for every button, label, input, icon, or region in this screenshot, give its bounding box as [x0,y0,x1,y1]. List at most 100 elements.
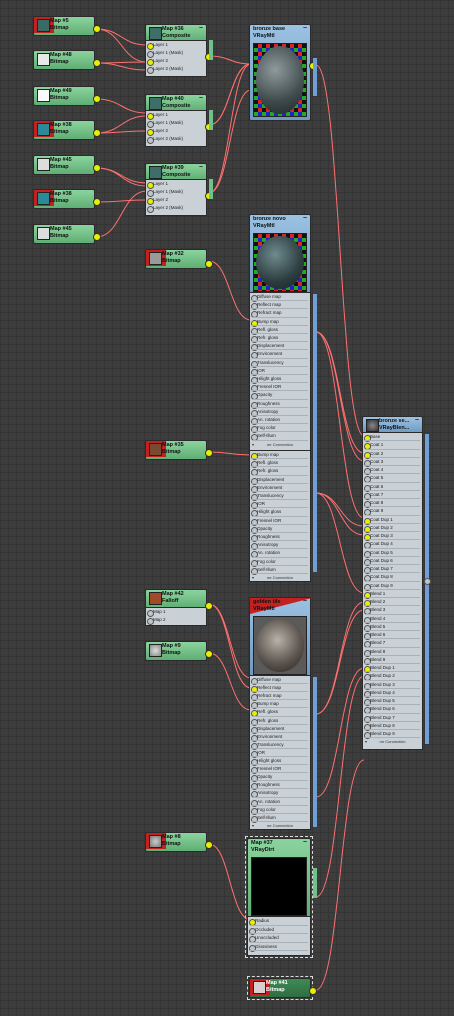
slot-label: Occluded [255,926,275,932]
node-header[interactable]: bronze base VRayMtl − [249,24,311,121]
bitmap-node[interactable]: Map #48 Bitmap [33,50,101,70]
slot-label: Blend Dup 5 [370,698,395,703]
output-socket[interactable] [93,129,101,137]
node-header[interactable]: bronze novo VRayMtl − [249,214,311,294]
bitmap-node-map-41[interactable]: Map #41 Bitmap [247,976,317,1000]
slot-label: Fog color [257,558,276,564]
connection-wire [95,167,148,184]
slot-label: Layer 1 [153,112,169,117]
slot-label: Refr. gloss [257,468,279,474]
output-socket[interactable] [93,25,101,33]
node-footer: mr Connection [379,739,406,745]
collapse-icon[interactable]: − [303,215,307,222]
bitmap-node-map-8[interactable]: Map #8 Bitmap [145,832,213,852]
collapse-icon[interactable]: − [303,598,307,605]
slot-label: Fog color [257,806,276,812]
node-header[interactable]: Map #42 Falloff [145,589,207,609]
slot-label: Coat 4 [370,467,384,472]
node-header[interactable]: Map #38 Bitmap [33,120,95,140]
node-type: Bitmap [162,650,181,656]
slot-label: Bump map [257,452,279,457]
bitmap-node[interactable]: Map #5 Bitmap [33,16,101,36]
collapse-icon[interactable]: − [199,164,203,171]
node-header[interactable]: Map #45 Bitmap [33,155,95,175]
node-header[interactable]: Map #8 Bitmap [145,832,207,852]
node-header[interactable]: Map #38 Bitmap [33,189,95,209]
node-header[interactable]: Map #45 Bitmap [33,224,95,244]
bitmap-node-map-9[interactable]: Map #9 Bitmap [145,641,213,661]
node-header[interactable]: Map #49 Bitmap [33,86,95,106]
node-header[interactable]: Map #35 Bitmap [145,440,207,460]
output-socket[interactable] [424,578,431,585]
slot-label: Fresnel IOR [257,766,282,772]
output-socket[interactable] [93,198,101,206]
node-header[interactable]: Map #41 Bitmap [249,978,311,998]
output-socket[interactable] [93,59,101,67]
slot-label: Environment [257,484,283,490]
bitmap-thumbnail [37,158,50,171]
node-type: Bitmap [50,198,69,204]
vraydirt-node-map-37[interactable]: Map #37 VRayDirt − Radius Occluded Unocc… [245,836,317,958]
output-socket[interactable] [93,95,101,103]
material-node-golden-tile[interactable]: golden tile VRayMtl − Diffuse map Reflec… [249,597,317,830]
output-socket[interactable] [205,260,213,268]
bitmap-node[interactable]: Map #38 Bitmap [33,189,101,209]
output-socket[interactable] [309,987,317,995]
output-socket[interactable] [93,233,101,241]
output-socket[interactable] [205,449,213,457]
collapse-icon[interactable]: − [303,839,307,846]
material-node-bronze-novo[interactable]: bronze novo VRayMtl − Diffuse map Reflec… [249,214,317,454]
collapse-icon[interactable]: − [415,417,419,424]
bitmap-node[interactable]: Map #38 Bitmap [33,120,101,140]
slot-label: Anisotropy [257,542,279,548]
node-footer: mr Connection [266,822,293,828]
output-socket[interactable] [205,602,213,610]
node-title: bronze novo [253,216,286,222]
output-socket[interactable] [93,164,101,172]
composite-thumbnail [149,166,162,179]
slot-label: An. rotation [257,550,281,556]
output-socket[interactable] [205,841,213,849]
connection-wire [208,55,252,65]
bitmap-node[interactable]: Map #49 Bitmap [33,86,101,106]
composite-node[interactable]: Map #39 Composite − Layer 1 Layer 1 (Mas… [145,163,213,216]
node-header[interactable]: Map #5 Bitmap [33,16,95,36]
slot-label: Translucency [257,493,284,498]
slot-label: Reflect map [257,302,282,308]
bitmap-node[interactable]: Map #45 Bitmap [33,155,101,175]
slot-label: Coat Dup 8 [370,574,393,580]
collapse-icon[interactable]: − [199,25,203,32]
composite-node[interactable]: Map #40 Composite − Layer 1 Layer 1 (Mas… [145,94,213,147]
node-type: Bitmap [50,129,69,135]
connection-wire [208,260,252,321]
node-title: Map #5 [50,18,69,24]
node-header[interactable]: Map #32 Bitmap [145,249,207,269]
slot-label: Blend 7 [370,640,386,646]
material-node-bronze-extension[interactable]: Bump map Refl. gloss Refr. gloss Displac… [249,450,317,582]
collapse-icon[interactable]: − [199,95,203,102]
falloff-node-map-42[interactable]: Map #42 Falloff Map 1 Map 2 [145,589,213,626]
composite-thumbnail [149,97,162,110]
collapse-icon[interactable]: − [303,25,307,32]
slot-label: Fresnel IOR [257,384,282,390]
slot-list: Bump map Refl. gloss Refr. gloss Displac… [249,450,311,582]
slot-label: Translucency [257,741,284,747]
bitmap-node[interactable]: Map #45 Bitmap [33,224,101,244]
output-socket[interactable] [205,650,213,658]
composite-node[interactable]: Map #36 Composite − Layer 1 Layer 1 (Mas… [145,24,213,77]
slot-label: Layer 1 [153,42,169,47]
node-type: VRayMtl [253,223,275,229]
bitmap-thumbnail [253,981,266,994]
slot-label: Refl. gloss [257,709,279,715]
node-header[interactable]: Map #37 VRayDirt − [247,838,311,918]
node-header[interactable]: golden tile VRayMtl − [249,597,312,677]
node-footer: mr Connection [266,441,293,447]
node-header[interactable]: Map #48 Bitmap [33,50,95,70]
material-preview-image [253,233,307,292]
material-node-vrayblend[interactable]: bronze se... VRayBlen... − Base Coat 1 C… [362,416,431,750]
slot-label: Layer 2 (Mask) [153,66,184,71]
bitmap-node-map-32[interactable]: Map #32 Bitmap [145,249,213,269]
node-header[interactable]: Map #9 Bitmap [145,641,207,661]
material-node-bronze-base[interactable]: bronze base VRayMtl − [249,24,317,121]
bitmap-node-map-35[interactable]: Map #35 Bitmap [145,440,213,460]
